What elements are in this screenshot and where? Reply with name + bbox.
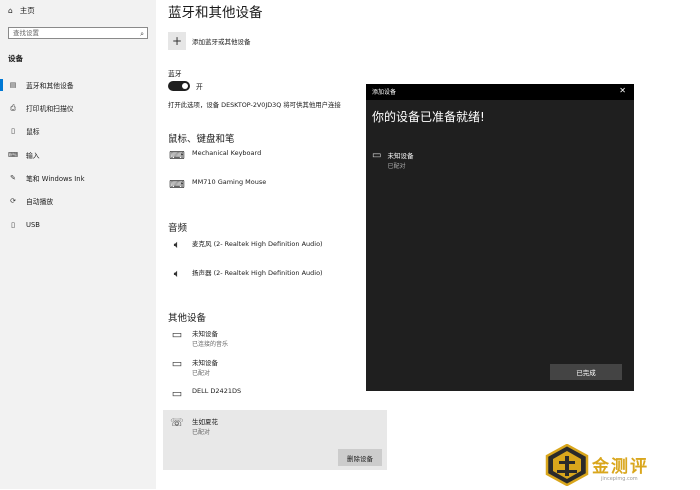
device-item[interactable]: 🔈︎ 扬声器 (2- Realtek High Definition Audio… <box>168 267 323 281</box>
device-icon: ▭ <box>372 150 382 161</box>
settings-sidebar: ⌂ 主页 查找设置 ⌕ 设备 ▤ 蓝牙和其他设备 ⎙ 打印机和扫描仪 ▯ 鼠标 … <box>0 0 156 489</box>
close-icon[interactable]: ✕ <box>619 86 626 95</box>
printer-icon: ⎙ <box>10 103 16 112</box>
device-status: 已配对 <box>192 370 211 377</box>
device-item[interactable]: ▭ 未知设备 已连接的音乐 <box>168 328 228 348</box>
done-button[interactable]: 已完成 <box>550 364 622 380</box>
watermark: 金测评 jincepimg.com <box>545 443 665 487</box>
device-item[interactable]: 🔈︎ 麦克风 (2- Realtek High Definition Audio… <box>168 238 323 252</box>
device-item[interactable]: ▭ 未知设备 已配对 <box>168 357 218 377</box>
watermark-url: jincepimg.com <box>601 476 638 482</box>
toggle-knob <box>182 83 188 89</box>
remove-device-button[interactable]: 删除设备 <box>338 449 382 466</box>
sidebar-item-printers[interactable]: ⎙ 打印机和扫描仪 <box>0 99 156 117</box>
add-device-label: 添加蓝牙或其他设备 <box>192 38 251 46</box>
main-content: 蓝牙和其他设备 + 添加蓝牙或其他设备 蓝牙 开 打开此选项，设备 DESKTO… <box>168 0 398 489</box>
sidebar-item-usb[interactable]: ▯ USB <box>0 216 156 234</box>
bluetooth-toggle-row: 开 <box>168 81 203 91</box>
monitor-icon: ▭ <box>171 387 183 400</box>
section-heading-mouse-keyboard: 鼠标、键盘和笔 <box>168 134 235 145</box>
usb-icon: ▯ <box>11 221 15 229</box>
plus-icon: + <box>168 32 186 50</box>
add-device-dialog: 添加设备 ✕ 你的设备已准备就绪! ▭ 未知设备 已配对 已完成 <box>366 84 634 391</box>
search-input[interactable]: 查找设置 ⌕ <box>8 27 148 39</box>
device-status: 已连接的音乐 <box>192 341 229 348</box>
add-device-button[interactable]: + 添加蓝牙或其他设备 <box>168 32 251 50</box>
autoplay-icon: ⟳ <box>10 197 16 205</box>
device-name: 未知设备 <box>192 359 218 367</box>
device-name: 扬声器 (2- Realtek High Definition Audio) <box>192 269 323 277</box>
search-icon: ⌕ <box>140 30 144 38</box>
search-placeholder: 查找设置 <box>13 29 39 37</box>
sidebar-section-title: 设备 <box>8 54 23 63</box>
keyboard-icon: ⌨ <box>8 151 19 159</box>
device-item[interactable]: ⌨ Mechanical Keyboard <box>168 149 261 163</box>
sidebar-item-label: USB <box>26 221 40 229</box>
device-status: 已配对 <box>387 163 406 170</box>
sidebar-home[interactable]: ⌂ 主页 <box>8 5 35 16</box>
speaker-icon: 🔈︎ <box>173 238 181 251</box>
sidebar-item-label: 打印机和扫描仪 <box>26 105 74 113</box>
device-status: 已配对 <box>192 429 211 436</box>
watermark-text: 金测评 <box>592 457 649 477</box>
sidebar-item-typing[interactable]: ⌨ 输入 <box>0 146 156 164</box>
section-heading-audio: 音频 <box>168 223 188 234</box>
keyboard-icon: ⌨ <box>169 149 185 162</box>
mouse-icon: ▯ <box>11 127 15 135</box>
device-name: 未知设备 <box>387 152 414 160</box>
device-name: MM710 Gaming Mouse <box>192 178 267 186</box>
sidebar-item-label: 输入 <box>26 152 40 160</box>
keyboard-icon: ⌨ <box>169 178 185 191</box>
sidebar-item-label: 鼠标 <box>26 128 40 136</box>
dialog-device-item: ▭ 未知设备 已配对 <box>372 150 413 170</box>
device-item-selected[interactable]: ☏ 生如夏花 已配对 <box>168 416 218 436</box>
sidebar-item-autoplay[interactable]: ⟳ 自动播放 <box>0 192 156 210</box>
home-icon: ⌂ <box>8 6 13 15</box>
page-title: 蓝牙和其他设备 <box>168 5 263 21</box>
bluetooth-devices-icon: ▤ <box>9 81 17 89</box>
device-name: 麦克风 (2- Realtek High Definition Audio) <box>192 240 323 248</box>
speaker-icon: 🔈︎ <box>173 267 181 280</box>
sidebar-item-label: 笔和 Windows Ink <box>26 175 85 183</box>
sidebar-item-label: 蓝牙和其他设备 <box>26 82 74 90</box>
dialog-heading: 你的设备已准备就绪! <box>372 110 485 124</box>
device-name: 未知设备 <box>192 330 218 338</box>
watermark-logo-icon <box>545 443 589 487</box>
bluetooth-description: 打开此选项，设备 DESKTOP-2V0JD3Q 将可供其他用户连接 <box>168 101 341 109</box>
pen-icon: ✎ <box>10 174 16 182</box>
device-name: DELL D2421DS <box>192 387 242 395</box>
phone-icon: ☏ <box>170 416 184 429</box>
bluetooth-label: 蓝牙 <box>168 70 182 78</box>
sidebar-item-bluetooth[interactable]: ▤ 蓝牙和其他设备 <box>0 76 156 94</box>
home-label: 主页 <box>19 6 35 15</box>
sidebar-item-mouse[interactable]: ▯ 鼠标 <box>0 122 156 140</box>
bluetooth-toggle[interactable] <box>168 81 190 91</box>
device-item[interactable]: ▭ DELL D2421DS <box>168 387 241 401</box>
toggle-state: 开 <box>196 83 203 91</box>
sidebar-item-label: 自动播放 <box>26 198 54 206</box>
section-heading-other: 其他设备 <box>168 313 207 324</box>
dialog-titlebar: 添加设备 ✕ <box>366 84 634 100</box>
device-name: 生如夏花 <box>192 418 218 426</box>
device-icon: ▭ <box>171 328 183 341</box>
device-icon: ▭ <box>171 357 183 370</box>
device-name: Mechanical Keyboard <box>192 149 262 157</box>
sidebar-item-pen[interactable]: ✎ 笔和 Windows Ink <box>0 169 156 187</box>
dialog-title: 添加设备 <box>372 89 397 96</box>
device-item[interactable]: ⌨ MM710 Gaming Mouse <box>168 178 266 192</box>
